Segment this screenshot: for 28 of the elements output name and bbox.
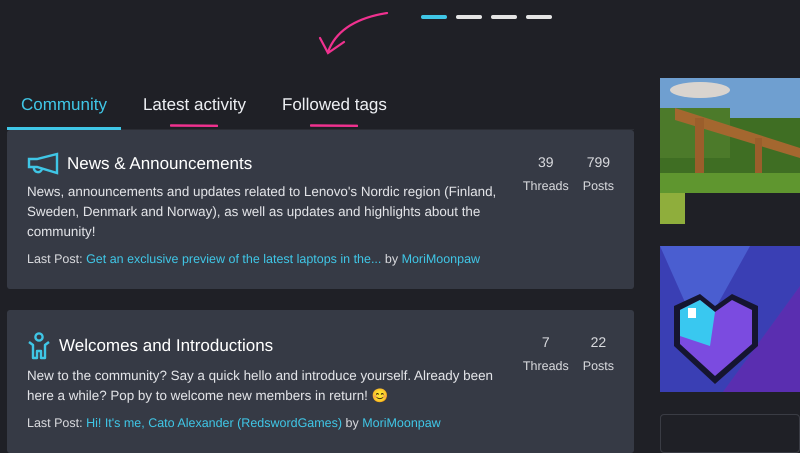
threads-label: Threads bbox=[522, 358, 569, 375]
forum-title[interactable]: News & Announcements bbox=[67, 154, 252, 174]
last-post-link[interactable]: Get an exclusive preview of the latest laptops in the... bbox=[86, 252, 382, 266]
posts-count: 799 bbox=[586, 153, 612, 172]
author-link[interactable]: MoriMoonpaw bbox=[362, 416, 441, 430]
carousel-indicator[interactable] bbox=[421, 15, 447, 19]
threads-count: 39 bbox=[537, 153, 555, 172]
carousel-indicator[interactable] bbox=[491, 15, 517, 19]
forum-description: News, announcements and updates related to Lenovo's Nordic region (Finland, Sweden, Denmark and Norway), as well as updates and highlights about the community! bbox=[27, 183, 498, 241]
carousel-indicator[interactable] bbox=[526, 15, 552, 19]
carousel-indicator[interactable] bbox=[456, 15, 482, 19]
posts-count: 22 bbox=[590, 332, 608, 352]
forum-title[interactable]: Welcomes and Introductions bbox=[59, 336, 274, 356]
person-icon bbox=[27, 332, 51, 360]
forum-description: New to the community? Say a quick hello and introduce yourself. Already been here a while? Pop by to welcome new members in return! 😊 bbox=[27, 366, 494, 405]
threads-label: Threads bbox=[522, 178, 569, 195]
tab[interactable]: Latest activity bbox=[128, 84, 260, 130]
by-label: by bbox=[346, 416, 359, 430]
megaphone-icon bbox=[27, 152, 59, 176]
last-post-link[interactable]: Hi! It's me, Cato Alexander (RedswordGames) bbox=[86, 416, 342, 430]
last-post-label: Last Post: bbox=[27, 416, 83, 430]
tab[interactable]: Followed tags bbox=[268, 84, 401, 130]
by-label: by bbox=[384, 252, 398, 266]
posts-label: Posts bbox=[582, 178, 614, 195]
posts-label: Posts bbox=[582, 358, 614, 375]
last-post-label: Last Post: bbox=[27, 252, 83, 266]
threads-count: 7 bbox=[540, 332, 551, 352]
author-link[interactable]: MoriMoonpaw bbox=[402, 252, 480, 266]
